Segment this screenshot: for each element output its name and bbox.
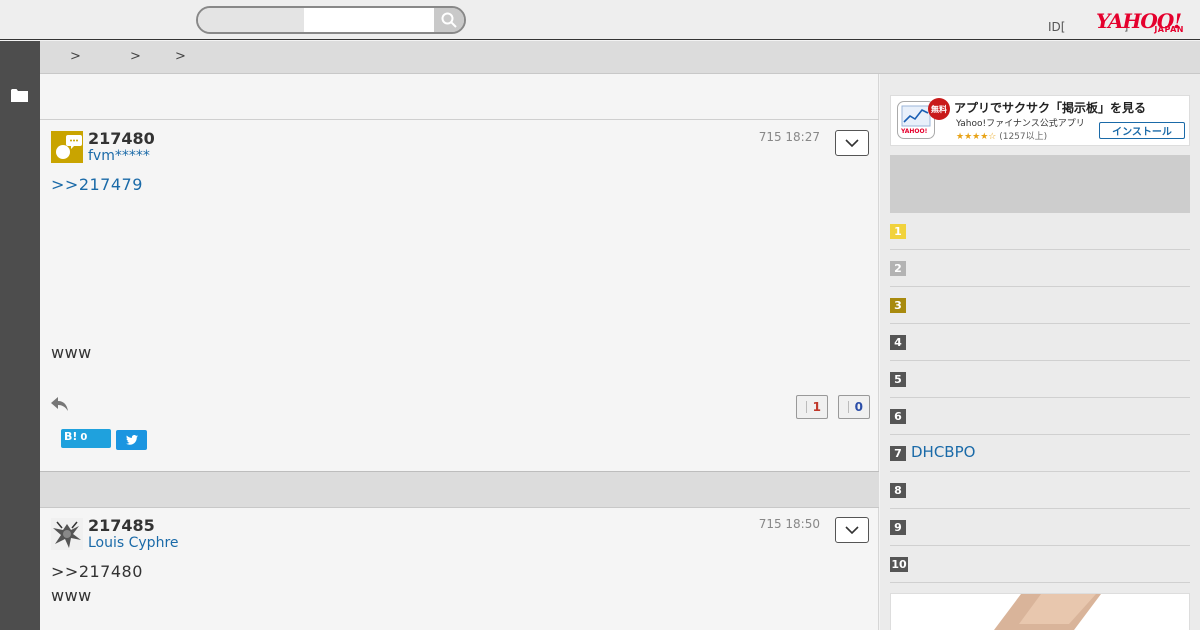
app-rating: ★★★★☆ (1257以上) <box>956 129 1047 142</box>
rank-badge: 1 <box>890 224 906 239</box>
advertisement-image[interactable] <box>890 593 1190 630</box>
rank-badge: 9 <box>890 520 906 535</box>
ranking-title[interactable]: DHCBPO <box>911 443 975 461</box>
post-menu-button[interactable] <box>835 130 869 156</box>
folder-icon[interactable] <box>11 88 28 102</box>
hatena-label: B! <box>64 430 78 443</box>
rank-badge: 7 <box>890 446 906 461</box>
rank-badge: 6 <box>890 409 906 424</box>
ranking-item[interactable]: 10 <box>890 546 1190 583</box>
app-promo-banner[interactable]: YAHOO! 無料 アプリでサクサク「掲示板」を見る Yahoo!ファイナンス公… <box>890 95 1190 146</box>
like-button[interactable]: 1 <box>796 395 828 419</box>
ranking-item[interactable]: 8 <box>890 472 1190 509</box>
ranking-item[interactable]: 5 <box>890 361 1190 398</box>
hatena-count: 0 <box>80 432 88 443</box>
post-body-text: www <box>51 343 92 362</box>
post-username[interactable]: fvm***** <box>88 148 150 164</box>
search-button[interactable] <box>434 8 464 32</box>
app-banner-title: アプリでサクサク「掲示板」を見る <box>954 101 1147 115</box>
post-quote-text: >>217480 <box>51 562 143 581</box>
main-content: 217480 fvm***** 715 18:27 >>217479 www 1… <box>40 74 879 630</box>
ranking-item[interactable]: 3 <box>890 287 1190 324</box>
app-review-count: (1257以上) <box>999 132 1048 142</box>
breadcrumb-separator: > <box>130 49 141 64</box>
hatena-bookmark-button[interactable]: B! 0 <box>61 429 111 448</box>
breadcrumb-separator: > <box>70 49 81 64</box>
ranking-item[interactable]: 2 <box>890 250 1190 287</box>
reply-anchor-link[interactable]: >>217479 <box>51 175 143 194</box>
reply-icon[interactable] <box>51 396 69 412</box>
ranking-item[interactable]: 9 <box>890 509 1190 546</box>
login-id-text[interactable]: ID[ <box>1048 20 1065 34</box>
rank-badge: 8 <box>890 483 906 498</box>
rank-badge: 10 <box>890 557 908 572</box>
ranking-item[interactable]: 1 <box>890 213 1190 250</box>
ad-picture <box>994 594 1101 630</box>
twitter-bird-icon <box>125 435 138 445</box>
breadcrumb: > > > <box>40 41 1200 74</box>
post-timestamp: 715 18:27 <box>758 130 820 144</box>
ranking-item[interactable]: 4 <box>890 324 1190 361</box>
search-category-selector[interactable] <box>198 8 304 32</box>
yahoo-japan-logo[interactable]: YAHOO! JAPAN <box>1096 10 1188 38</box>
dislike-button[interactable]: 0 <box>838 395 870 419</box>
ranking-header-placeholder <box>890 155 1190 213</box>
search-icon <box>441 12 457 28</box>
ranking-item[interactable]: 6 <box>890 398 1190 435</box>
logo-subtext: JAPAN <box>1154 25 1184 34</box>
right-sidebar: YAHOO! 無料 アプリでサクサク「掲示板」を見る Yahoo!ファイナンス公… <box>880 74 1200 630</box>
post-item: 217480 fvm***** 715 18:27 >>217479 www 1… <box>40 121 879 471</box>
chevron-down-icon <box>845 139 859 147</box>
install-button[interactable]: インストール <box>1099 122 1185 139</box>
rank-badge: 4 <box>890 335 906 350</box>
post-username[interactable]: Louis Cyphre <box>88 535 179 551</box>
rank-badge: 2 <box>890 261 906 276</box>
tweet-button[interactable] <box>116 430 147 450</box>
post-number[interactable]: 217480 <box>88 129 155 148</box>
post-item: 217485 Louis Cyphre 715 18:50 >>217480 w… <box>40 508 879 630</box>
left-rail <box>0 41 40 630</box>
post-timestamp: 715 18:50 <box>758 517 820 531</box>
rank-badge: 5 <box>890 372 906 387</box>
app-banner-subtitle: Yahoo!ファイナンス公式アプリ <box>956 119 1085 129</box>
post-menu-button[interactable] <box>835 517 869 543</box>
avatar <box>51 518 83 550</box>
breadcrumb-separator: > <box>175 49 186 64</box>
app-icon-logo: YAHOO! <box>901 128 928 135</box>
ranking-item[interactable]: 7 DHCBPO <box>890 435 1190 472</box>
post-number[interactable]: 217485 <box>88 516 155 535</box>
search-input[interactable] <box>304 8 434 32</box>
free-badge: 無料 <box>928 98 950 120</box>
avatar <box>51 131 83 163</box>
rank-badge: 3 <box>890 298 906 313</box>
star-rating-icon: ★★★★☆ <box>956 132 997 142</box>
post-separator <box>40 471 879 508</box>
top-header: ID[ ] YAHOO! JAPAN <box>0 0 1200 40</box>
post-body-text: www <box>51 586 92 605</box>
thread-header-area <box>40 74 879 120</box>
search-box <box>196 6 466 34</box>
ranking-list: 1 2 3 4 5 6 7 DHCBPO 8 9 10 <box>890 213 1190 583</box>
chevron-down-icon <box>845 526 859 534</box>
